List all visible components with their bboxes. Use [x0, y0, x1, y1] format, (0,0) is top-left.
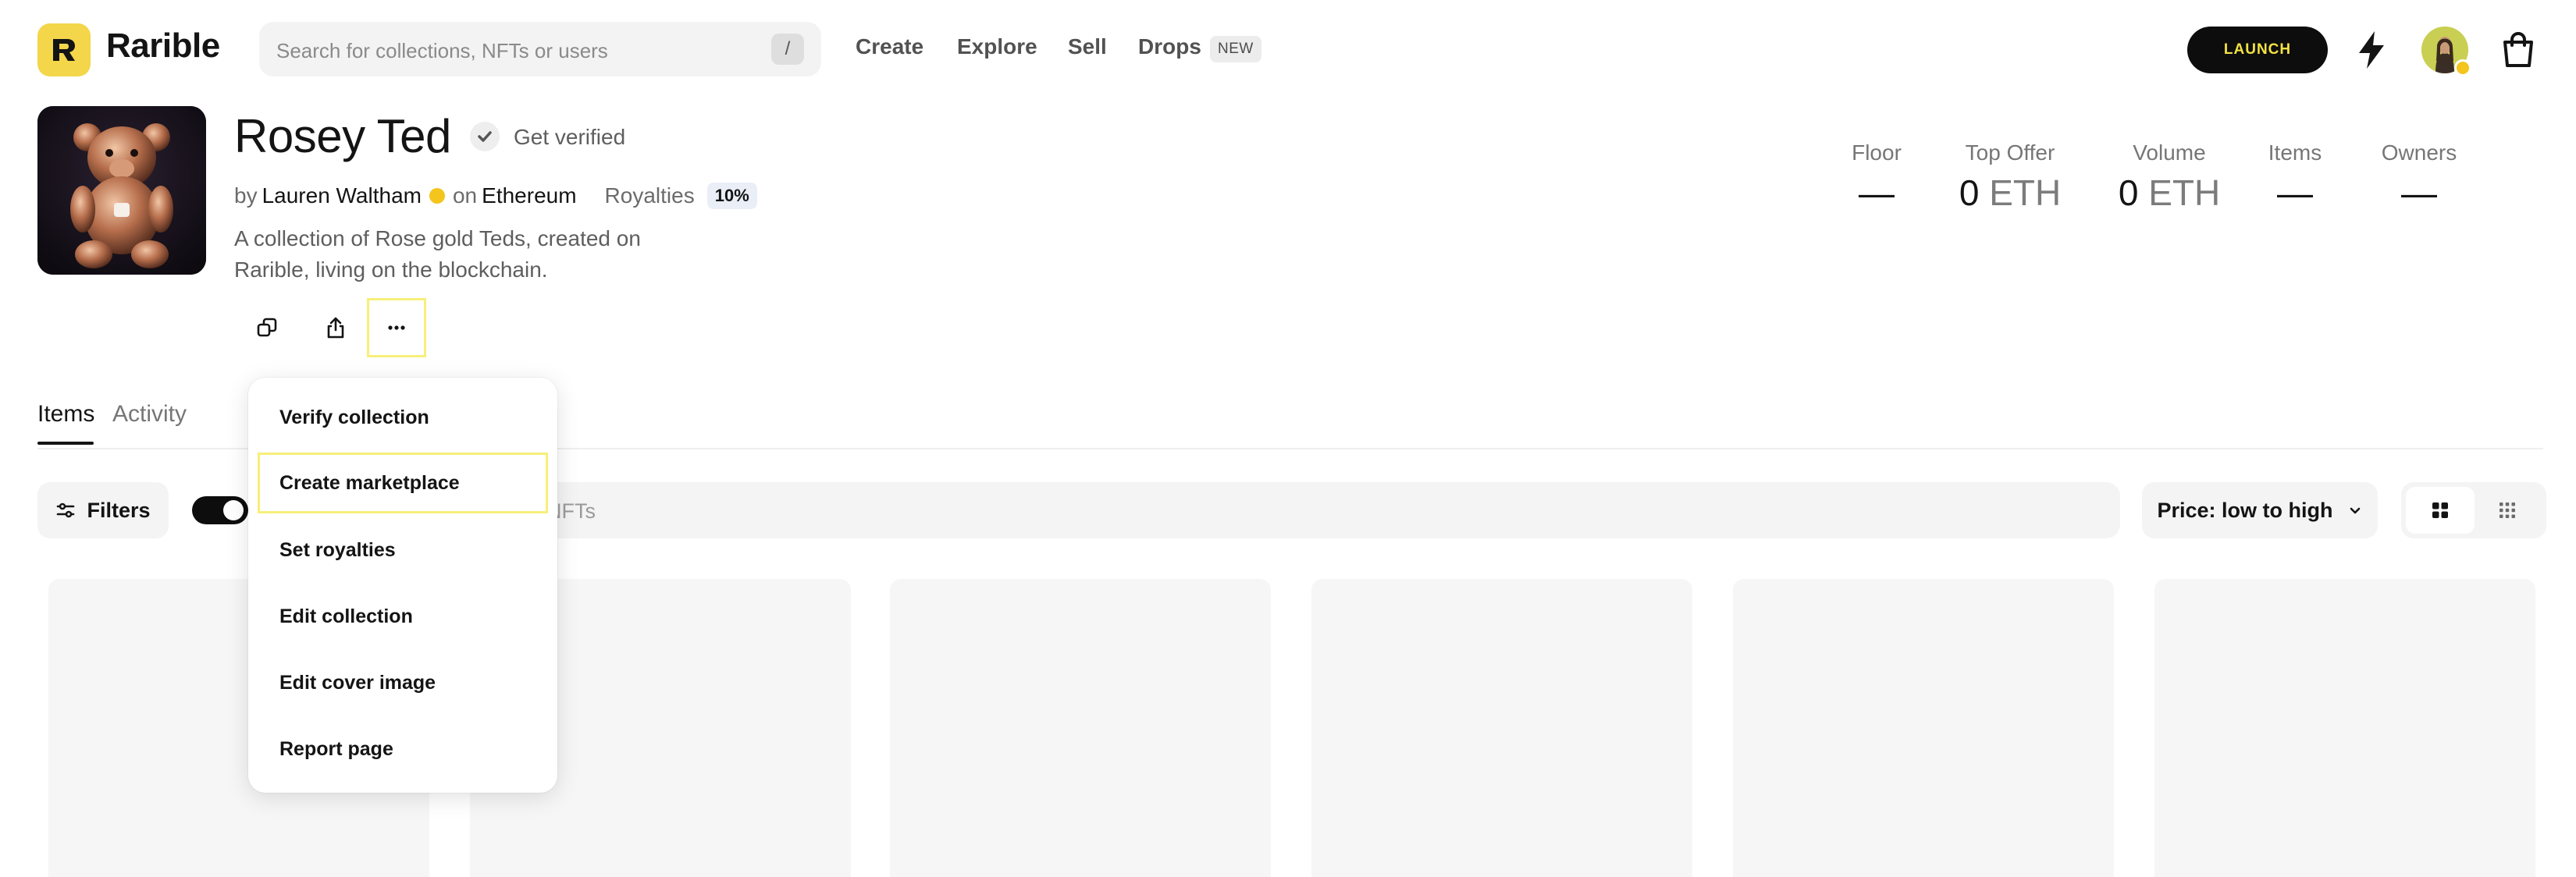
get-verified-link[interactable]: Get verified	[514, 125, 625, 150]
grid-small-icon	[2500, 502, 2515, 518]
copy-button[interactable]	[237, 298, 297, 357]
rarible-logo-icon[interactable]	[37, 23, 91, 76]
stat-value: 0 ETH	[1959, 172, 2062, 213]
chevron-down-icon	[2350, 507, 2360, 514]
large-grid-view-button[interactable]	[2406, 487, 2475, 534]
top-navbar: Rarible Search for collections, NFTs or …	[0, 0, 2576, 100]
launch-button[interactable]: LAUNCH	[2187, 27, 2328, 73]
collection-byline: by Lauren Waltham on Ethereum Royalties …	[234, 183, 757, 209]
ellipsis-icon	[388, 325, 405, 330]
filters-label: Filters	[87, 498, 151, 522]
rose-gold-teddy-image	[37, 106, 206, 275]
on-label: on	[452, 183, 478, 208]
search-placeholder: Search for collections, NFTs or users	[276, 39, 608, 62]
stat-volume: Volume 0 ETH	[2111, 140, 2228, 214]
search-shortcut-key: /	[771, 34, 804, 65]
stat-floor: Floor —	[1844, 140, 1909, 214]
sort-select[interactable]: Price: low to high	[2142, 482, 2378, 538]
collection-cover-image	[37, 106, 206, 275]
nav-explore[interactable]: Explore	[957, 34, 1037, 59]
tab-activity[interactable]: Activity	[112, 401, 187, 428]
nav-drops[interactable]: Drops	[1138, 34, 1201, 59]
verify-check-icon[interactable]	[470, 122, 500, 151]
nft-card-placeholder[interactable]	[890, 579, 1271, 877]
share-button[interactable]	[306, 298, 365, 357]
menu-item-create-marketplace[interactable]: Create marketplace	[258, 453, 548, 513]
stat-items: Items —	[2264, 140, 2326, 214]
stat-label: Volume	[2133, 140, 2206, 165]
sliders-icon	[57, 502, 75, 518]
menu-item-report-page[interactable]: Report page	[258, 719, 548, 779]
listed-toggle[interactable]	[192, 496, 248, 524]
stat-top-offer: Top Offer 0 ETH	[1952, 140, 2069, 214]
stat-label: Items	[2268, 140, 2322, 165]
chain-link[interactable]: Ethereum	[482, 183, 576, 208]
stat-value: —	[1859, 172, 1895, 213]
stat-label: Floor	[1852, 140, 1902, 165]
stat-owners: Owners —	[2376, 140, 2462, 214]
grid-large-icon	[2432, 502, 2448, 518]
sort-label: Price: low to high	[2157, 498, 2333, 522]
share-icon	[327, 317, 344, 339]
menu-item-edit-collection[interactable]: Edit collection	[258, 586, 548, 647]
stat-value: 0 ETH	[2118, 172, 2221, 213]
stat-value: —	[2277, 172, 2313, 213]
drops-new-badge: NEW	[1210, 36, 1261, 62]
small-grid-view-button[interactable]	[2473, 487, 2542, 534]
royalties-badge: 10%	[706, 183, 757, 209]
collection-description: A collection of Rose gold Teds, created …	[234, 226, 641, 282]
collection-title: Rosey Ted	[234, 110, 451, 162]
global-search-input[interactable]: Search for collections, NFTs or users /	[259, 22, 821, 76]
avatar-verified-icon	[2454, 59, 2471, 76]
nav-create[interactable]: Create	[856, 34, 923, 59]
nft-card-placeholder[interactable]	[2154, 579, 2535, 877]
stat-label: Top Offer	[1965, 140, 2055, 165]
stat-label: Owners	[2381, 140, 2457, 165]
creator-link[interactable]: Lauren Waltham	[262, 183, 422, 208]
user-avatar[interactable]	[2421, 27, 2471, 76]
stat-value: —	[2401, 172, 2437, 213]
tab-items[interactable]: Items	[37, 401, 94, 428]
menu-item-verify-collection[interactable]: Verify collection	[258, 387, 548, 448]
nav-sell[interactable]: Sell	[1068, 34, 1107, 59]
by-label: by	[234, 183, 258, 208]
active-tab-indicator	[37, 442, 94, 445]
more-options-button[interactable]	[367, 298, 426, 357]
copy-icon	[257, 318, 277, 337]
shopping-bag-icon[interactable]	[2498, 30, 2539, 70]
filters-button[interactable]: Filters	[37, 482, 169, 538]
more-options-menu: Verify collection Create marketplace Set…	[248, 378, 557, 793]
logo-mark	[53, 39, 75, 61]
toggle-knob	[223, 500, 244, 520]
menu-item-set-royalties[interactable]: Set royalties	[258, 520, 548, 581]
nft-card-placeholder[interactable]	[1733, 579, 2114, 877]
lightning-icon[interactable]	[2351, 28, 2392, 72]
items-search-input[interactable]: NFTs	[468, 482, 2120, 538]
brand-name[interactable]: Rarible	[106, 27, 220, 66]
creator-verified-icon	[429, 188, 445, 204]
nft-card-placeholder[interactable]	[1311, 579, 1692, 877]
view-switch	[2401, 482, 2546, 538]
royalties-label: Royalties	[604, 183, 695, 208]
menu-item-edit-cover-image[interactable]: Edit cover image	[258, 652, 548, 713]
